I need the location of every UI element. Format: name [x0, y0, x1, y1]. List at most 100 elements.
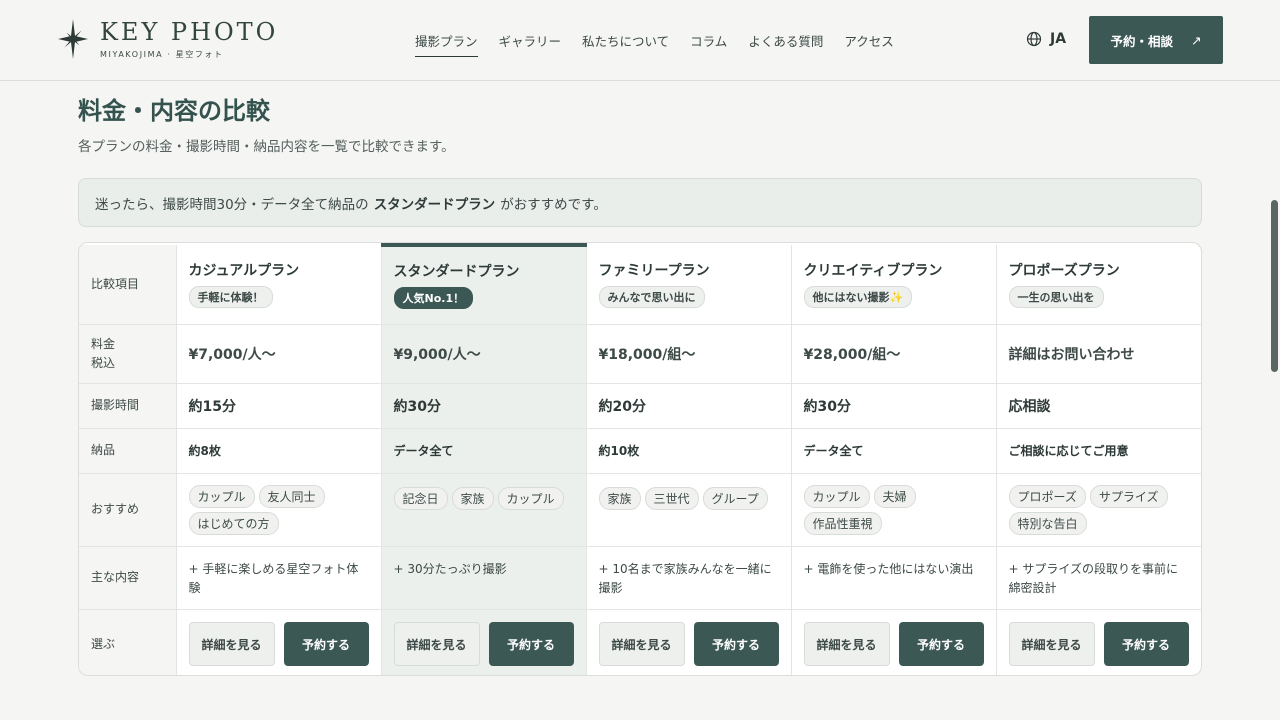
time-cell: 約15分: [176, 383, 382, 429]
view-details-button-family[interactable]: 詳細を見る: [598, 622, 685, 667]
main-content-text: + 電飾を使った他にはない演出: [803, 561, 974, 576]
nav-access[interactable]: アクセス: [844, 31, 893, 57]
logo-title: KEY PHOTO: [100, 18, 279, 46]
logo[interactable]: KEY PHOTO MIYAKOJIMA · 星空フォト: [58, 18, 278, 60]
book-button-casual[interactable]: 予約する: [283, 622, 369, 667]
row-label-price-text: 料金: [91, 336, 116, 351]
time-cell: 約30分: [791, 383, 997, 429]
recommend-text-pre: 迷ったら、撮影時間30分・データ全て納品の: [95, 196, 369, 213]
delivery-cell: 約10枚: [586, 428, 792, 474]
section-description: 各プランの料金・撮影時間・納品内容を一覧で比較できます。: [78, 139, 455, 155]
globe-icon: [1026, 31, 1042, 47]
row-label-main: 主な内容: [79, 546, 177, 610]
table-row-time: 撮影時間 約15分 約30分 約20分 約30分 応相談: [79, 383, 1201, 429]
tag: 夫婦: [873, 484, 916, 508]
tag: プロポーズ: [1008, 484, 1086, 508]
recommend-cell: プロポーズ サプライズ 特別な告白: [996, 473, 1201, 547]
plan-header-standard: スタンダードプラン 人気No.1！: [381, 243, 587, 325]
tag: カップル: [188, 484, 255, 508]
scrollbar-thumb[interactable]: [1271, 200, 1278, 372]
table-row-plans: 比較項目 カジュアルプラン 手軽に体験！ スタンダードプラン 人気No.1！ フ…: [79, 243, 1201, 325]
main-cell: + サプライズの段取りを事前に綿密設計: [996, 546, 1201, 610]
tag: カップル: [497, 486, 564, 510]
recommend-cell: 家族 三世代 グループ: [586, 473, 792, 547]
nav-plans[interactable]: 撮影プラン: [415, 31, 478, 57]
main-cell: + 30分たっぷり撮影: [381, 546, 587, 610]
tag: グループ: [702, 486, 768, 510]
time-cell: 応相談: [996, 383, 1201, 429]
main-cell: + 電飾を使った他にはない演出: [791, 546, 997, 610]
time-value: 応相談: [1008, 398, 1051, 415]
book-button-family[interactable]: 予約する: [693, 622, 779, 667]
row-label-select: 選ぶ: [79, 609, 177, 675]
price-value: 詳細はお問い合わせ: [1008, 346, 1135, 363]
delivery-cell: 約8枚: [176, 428, 382, 474]
table-row-main-content: 主な内容 + 手軽に楽しめる星空フォト体験 + 30分たっぷり撮影 + 10名ま…: [79, 546, 1201, 610]
nav-gallery[interactable]: ギャラリー: [499, 31, 562, 57]
select-cell: 詳細を見る 予約する: [996, 609, 1201, 675]
view-details-button-creative[interactable]: 詳細を見る: [803, 622, 890, 667]
plan-header-casual: カジュアルプラン 手軽に体験！: [176, 245, 382, 325]
sparkle-icon: [58, 19, 88, 59]
view-details-button-standard[interactable]: 詳細を見る: [393, 622, 480, 667]
main-content-text: + サプライズの段取りを事前に綿密設計: [1008, 561, 1179, 595]
table-row-price: 料金 税込 ¥7,000/人〜 ¥9,000/人〜 ¥18,000/組〜 ¥28…: [79, 324, 1201, 384]
recommend-cell: 記念日 家族 カップル: [381, 473, 587, 547]
time-value: 約15分: [188, 398, 236, 415]
nav-column[interactable]: コラム: [690, 31, 727, 57]
select-cell: 詳細を見る 予約する: [176, 609, 382, 675]
delivery-cell: ご相談に応じてご用意: [996, 428, 1201, 474]
recommend-cell: カップル 夫婦 作品性重視: [791, 473, 997, 547]
language-switcher[interactable]: JA: [1026, 31, 1066, 47]
plan-name: カジュアルプラン: [188, 263, 300, 280]
tag: 記念日: [393, 486, 448, 510]
logo-subtitle: MIYAKOJIMA · 星空フォト: [100, 50, 224, 59]
nav-about[interactable]: 私たちについて: [582, 31, 669, 57]
main-content-text: + 30分たっぷり撮影: [393, 561, 507, 576]
arrow-up-right-icon: ↗: [1191, 32, 1202, 48]
time-value: 約30分: [803, 398, 851, 415]
plan-header-proposal: プロポーズプラン 一生の思い出を: [996, 245, 1201, 325]
book-button-standard[interactable]: 予約する: [488, 622, 574, 667]
plan-name: クリエイティブプラン: [803, 263, 943, 280]
recommend-cell: カップル 友人同士 はじめての方: [176, 473, 382, 547]
plan-badge-popular: 人気No.1！: [393, 287, 474, 310]
delivery-cell: データ全て: [381, 428, 587, 474]
plan-badge: 一生の思い出を: [1008, 286, 1104, 309]
price-cell: ¥7,000/人〜: [176, 324, 382, 384]
row-label-delivery: 納品: [79, 428, 177, 474]
time-cell: 約30分: [381, 383, 587, 429]
time-cell: 約20分: [586, 383, 792, 429]
row-label-price: 料金 税込: [79, 324, 177, 384]
view-details-button-proposal[interactable]: 詳細を見る: [1008, 622, 1095, 667]
plan-badge: 手軽に体験！: [188, 286, 273, 309]
book-button-creative[interactable]: 予約する: [898, 622, 984, 667]
tag: 家族: [598, 486, 641, 510]
price-value: ¥18,000/組〜: [598, 346, 696, 363]
comparison-table: 比較項目 カジュアルプラン 手軽に体験！ スタンダードプラン 人気No.1！ フ…: [78, 242, 1202, 676]
delivery-value: データ全て: [393, 444, 454, 458]
delivery-value: データ全て: [803, 444, 864, 458]
row-label-compare: 比較項目: [79, 245, 177, 325]
tag: 友人同士: [258, 484, 325, 508]
view-details-button-casual[interactable]: 詳細を見る: [188, 622, 275, 667]
price-cell: ¥28,000/組〜: [791, 324, 997, 384]
tag: サプライズ: [1089, 484, 1168, 508]
reserve-consult-button[interactable]: 予約・相談 ↗: [1089, 16, 1223, 64]
select-cell: 詳細を見る 予約する: [381, 609, 587, 675]
language-label: JA: [1050, 31, 1067, 47]
tag: はじめての方: [188, 511, 279, 535]
nav-faq[interactable]: よくある質問: [748, 31, 823, 57]
delivery-value: 約8枚: [188, 444, 221, 458]
recommend-text-post: がおすすめです。: [500, 196, 607, 213]
price-cell: ¥9,000/人〜: [381, 324, 587, 384]
main-content-text: + 手軽に楽しめる星空フォト体験: [188, 561, 359, 595]
time-value: 約30分: [393, 398, 441, 415]
main-content-text: + 10名まで家族みんなを一緒に撮影: [598, 561, 772, 595]
table-row-select: 選ぶ 詳細を見る 予約する 詳細を見る 予約する 詳細を見る 予約する 詳細を見…: [79, 609, 1201, 675]
book-button-proposal[interactable]: 予約する: [1103, 622, 1189, 667]
price-value: ¥9,000/人〜: [393, 346, 481, 363]
tag: 作品性重視: [803, 511, 882, 535]
time-value: 約20分: [598, 398, 646, 415]
table-row-delivery: 納品 約8枚 データ全て 約10枚 データ全て ご相談に応じてご用意: [79, 428, 1201, 474]
